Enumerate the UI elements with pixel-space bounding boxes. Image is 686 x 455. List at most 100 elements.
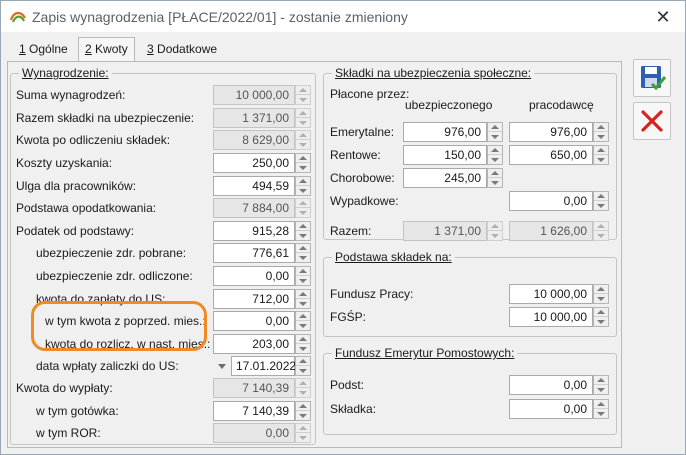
spinner-ubezp-zdr-odliczone[interactable] bbox=[295, 266, 311, 286]
spinner-emerytalne-ubezpieczony[interactable] bbox=[487, 122, 503, 142]
spinner-kwota-do-rozlicz[interactable] bbox=[295, 334, 311, 354]
spinner-podstawa-opodatkowania bbox=[295, 198, 311, 218]
spinner-kwota-z-poprzed-mies[interactable] bbox=[295, 311, 311, 331]
spinner-kwota-do-zaplaty-us[interactable] bbox=[295, 289, 311, 309]
group-legend: Podstawa składek na: bbox=[332, 250, 455, 264]
date-dropdown-icon[interactable] bbox=[213, 356, 231, 376]
label-emerytalne: Emerytalne: bbox=[330, 125, 395, 139]
label-skladka: Składka: bbox=[330, 402, 377, 416]
field-rentowe-ubezpieczony[interactable]: 150,00 bbox=[403, 145, 487, 165]
label-koszty-uzyskania: Koszty uzyskania: bbox=[16, 156, 113, 170]
highlight-annotation bbox=[31, 301, 207, 351]
dialog-window: Zapis wynagrodzenia [PŁACE/2022/01] - zo… bbox=[0, 0, 686, 455]
field-w-tym-ror: 0,00 bbox=[213, 423, 295, 443]
spinner-podst[interactable] bbox=[593, 375, 609, 395]
field-skladka[interactable]: 0,00 bbox=[509, 399, 593, 419]
label-data-wplaty: data wpłaty zaliczki do US: bbox=[36, 359, 179, 373]
column-header-pracodawce: pracodawcę bbox=[529, 98, 594, 112]
field-ulga-dla-pracownikow[interactable]: 494,59 bbox=[213, 176, 295, 196]
group-legend: Składki na ubezpieczenia społeczne: bbox=[332, 66, 535, 80]
field-ubezp-zdr-odliczone[interactable]: 0,00 bbox=[213, 266, 295, 286]
field-razem-pracodawca: 1 626,00 bbox=[509, 221, 593, 241]
spinner-fundusz-pracy[interactable] bbox=[593, 284, 609, 304]
label-razem-skladki: Razem składki na ubezpieczenie: bbox=[16, 111, 195, 125]
label-podst: Podst: bbox=[330, 378, 365, 392]
label-podstawa-opodatkowania: Podstawa opodatkowania: bbox=[16, 201, 157, 215]
spinner-data-wplaty[interactable] bbox=[295, 356, 311, 376]
spinner-rentowe-pracodawca[interactable] bbox=[593, 145, 609, 165]
spinner-fgsp[interactable] bbox=[593, 307, 609, 327]
field-data-wplaty[interactable]: 17.01.2022 bbox=[231, 356, 296, 376]
spinner-razem-skladki bbox=[295, 108, 311, 128]
field-podatek-od-podstawy[interactable]: 915,28 bbox=[213, 221, 295, 241]
spinner-razem-ubezpieczony bbox=[487, 221, 503, 241]
spinner-w-tym-ror bbox=[295, 423, 311, 443]
field-ubezp-zdr-pobrane[interactable]: 776,61 bbox=[213, 243, 295, 263]
spinner-koszty-uzyskania[interactable] bbox=[295, 153, 311, 173]
app-icon bbox=[9, 11, 26, 23]
field-suma-wynagrodzen: 10 000,00 bbox=[213, 85, 295, 105]
tab-number: 1 bbox=[19, 42, 26, 56]
field-kwota-z-poprzed-mies[interactable]: 0,00 bbox=[213, 311, 295, 331]
spinner-rentowe-ubezpieczony[interactable] bbox=[487, 145, 503, 165]
cancel-icon bbox=[641, 110, 663, 132]
field-kwota-do-rozlicz[interactable]: 203,00 bbox=[213, 334, 295, 354]
spinner-wypadkowe-pracodawca[interactable] bbox=[593, 191, 609, 211]
label-chorobowe: Chorobowe: bbox=[330, 171, 395, 185]
tab-number: 3 bbox=[147, 42, 154, 56]
label-kwota-do-wyplaty: Kwota do wypłaty: bbox=[16, 381, 113, 395]
label-w-tym-ror: w tym ROR: bbox=[36, 426, 101, 440]
field-kwota-do-zaplaty-us[interactable]: 712,00 bbox=[213, 289, 295, 309]
spinner-emerytalne-pracodawca[interactable] bbox=[593, 122, 609, 142]
close-icon: ✕ bbox=[655, 7, 671, 27]
field-chorobowe-ubezpieczony[interactable]: 245,00 bbox=[403, 168, 487, 188]
field-wypadkowe-pracodawca[interactable]: 0,00 bbox=[509, 191, 593, 211]
tab-dodatkowe[interactable]: 3 Dodatkowe bbox=[141, 38, 223, 61]
save-button[interactable] bbox=[633, 59, 671, 97]
field-razem-ubezpieczony: 1 371,00 bbox=[403, 221, 487, 241]
label-placone-przez: Płacone przez: bbox=[330, 87, 410, 101]
spinner-kwota-do-wyplaty bbox=[295, 378, 311, 398]
spinner-ulga-dla-pracownikow[interactable] bbox=[295, 176, 311, 196]
tab-kwoty[interactable]: 2 Kwoty bbox=[78, 37, 135, 62]
field-rentowe-pracodawca[interactable]: 650,00 bbox=[509, 145, 593, 165]
field-podstawa-opodatkowania: 7 884,00 bbox=[213, 198, 295, 218]
spinner-kwota-po-odliczeniu bbox=[295, 130, 311, 150]
spinner-suma-wynagrodzen bbox=[295, 85, 311, 105]
field-fgsp[interactable]: 10 000,00 bbox=[509, 307, 593, 327]
field-w-tym-gotowka[interactable]: 7 140,39 bbox=[213, 401, 295, 421]
spinner-podatek-od-podstawy[interactable] bbox=[295, 221, 311, 241]
cancel-button[interactable] bbox=[633, 102, 671, 140]
title-bar: Zapis wynagrodzenia [PŁACE/2022/01] - zo… bbox=[1, 1, 685, 32]
label-ulga-dla-pracownikow: Ulga dla pracowników: bbox=[16, 179, 137, 193]
field-koszty-uzyskania[interactable]: 250,00 bbox=[213, 153, 295, 173]
spinner-skladka[interactable] bbox=[593, 399, 609, 419]
label-rentowe: Rentowe: bbox=[330, 148, 381, 162]
field-kwota-do-wyplaty: 7 140,39 bbox=[213, 378, 295, 398]
tab-label: Kwoty bbox=[95, 42, 128, 56]
label-fundusz-pracy: Fundusz Pracy: bbox=[330, 287, 414, 301]
group-legend: Wynagrodzenie: bbox=[19, 66, 112, 80]
save-icon bbox=[641, 66, 667, 91]
spinner-razem-pracodawca bbox=[593, 221, 609, 241]
tab-ogolne[interactable]: 1 Ogólne bbox=[13, 38, 74, 61]
label-podatek-od-podstawy: Podatek od podstawy: bbox=[16, 224, 135, 238]
field-razem-skladki: 1 371,00 bbox=[213, 108, 295, 128]
label-suma-wynagrodzen: Suma wynagrodzeń: bbox=[16, 88, 126, 102]
spinner-chorobowe-ubezpieczony[interactable] bbox=[487, 168, 503, 188]
tab-label: Dodatkowe bbox=[157, 42, 218, 56]
field-fundusz-pracy[interactable]: 10 000,00 bbox=[509, 284, 593, 304]
window-title: Zapis wynagrodzenia [PŁACE/2022/01] - zo… bbox=[32, 9, 408, 25]
field-emerytalne-pracodawca[interactable]: 976,00 bbox=[509, 122, 593, 142]
field-emerytalne-ubezpieczony[interactable]: 976,00 bbox=[403, 122, 487, 142]
tab-number: 2 bbox=[85, 42, 92, 56]
field-podst[interactable]: 0,00 bbox=[509, 375, 593, 395]
label-razem: Razem: bbox=[330, 224, 372, 238]
spinner-w-tym-gotowka[interactable] bbox=[295, 401, 311, 421]
spinner-ubezp-zdr-pobrane[interactable] bbox=[295, 243, 311, 263]
close-button[interactable]: ✕ bbox=[647, 4, 679, 30]
group-legend: Fundusz Emerytur Pomostowych: bbox=[332, 346, 518, 360]
label-w-tym-gotowka: w tym gotówka: bbox=[36, 404, 119, 418]
label-ubezp-zdr-pobrane: ubezpieczenie zdr. pobrane: bbox=[36, 246, 187, 260]
label-wypadkowe: Wypadkowe: bbox=[330, 194, 399, 208]
